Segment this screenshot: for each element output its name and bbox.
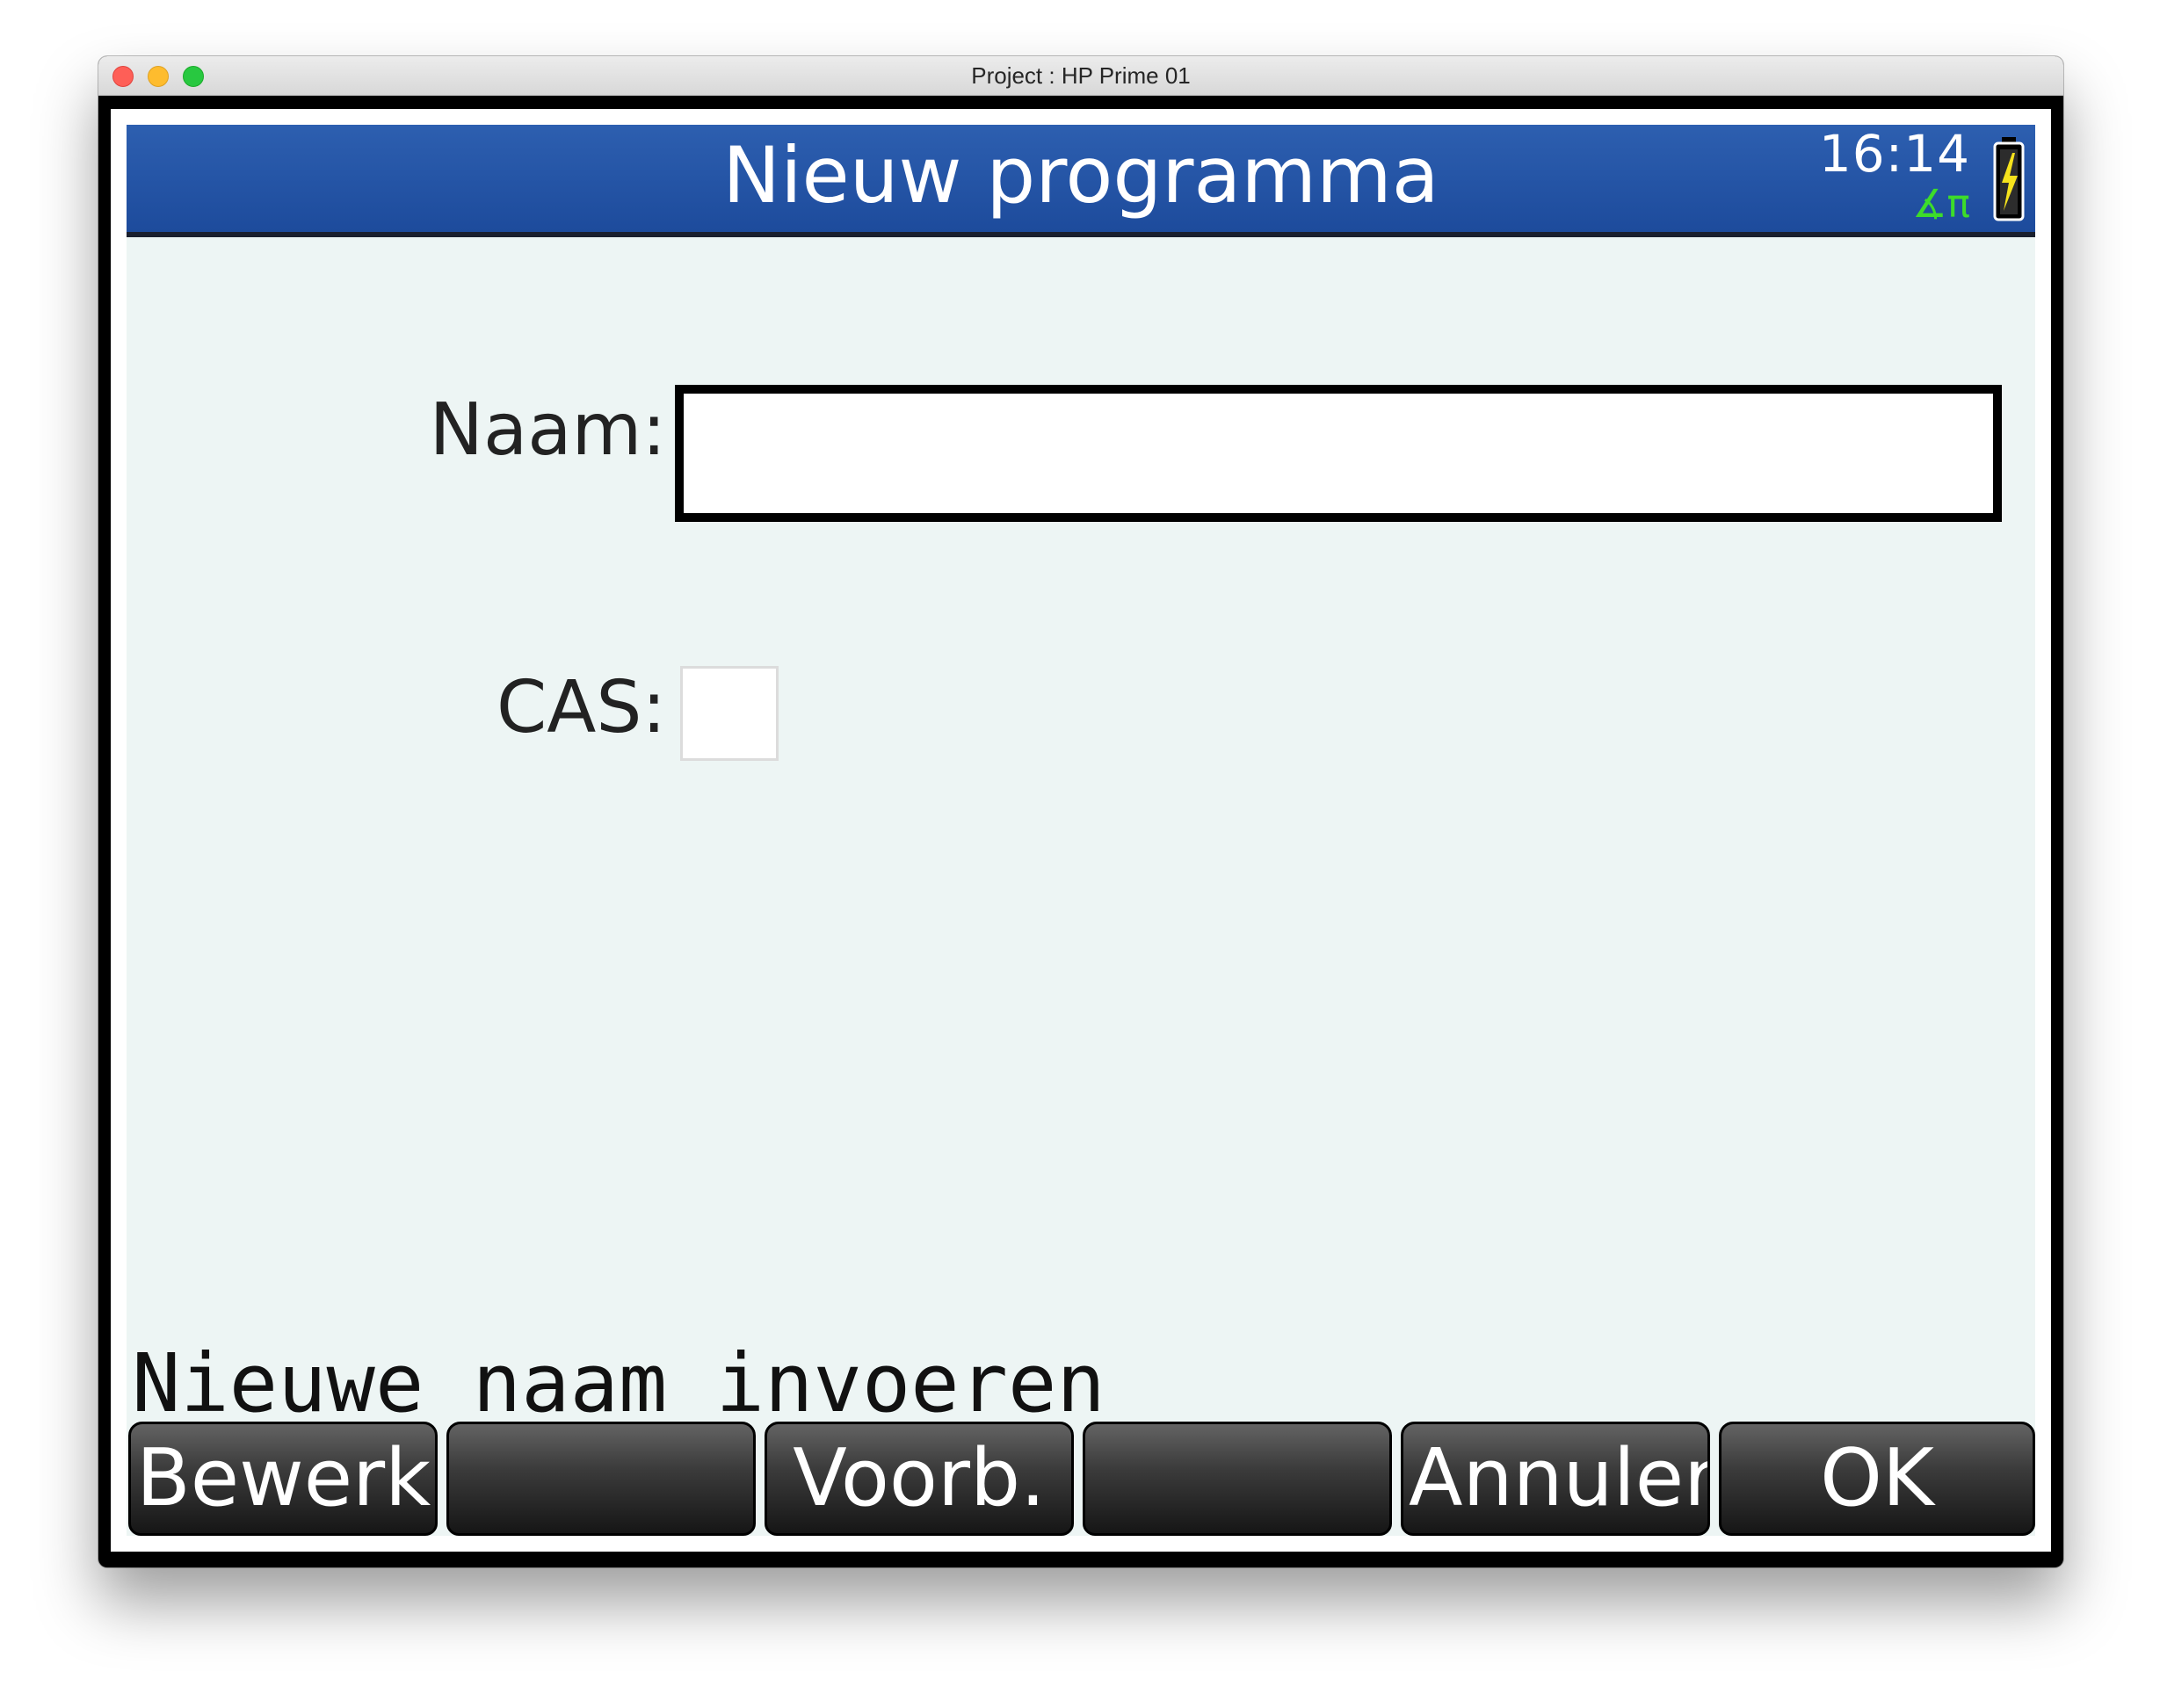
lcd-display: Nieuw programma 16:14 ∡π Naam: CAS: Nieu…	[127, 125, 2035, 1536]
name-label: Naam:	[429, 388, 666, 472]
clock: 16:14	[1818, 125, 1970, 184]
angle-mode-indicator: ∡π	[1912, 182, 1970, 227]
softkey-2[interactable]	[446, 1422, 756, 1536]
window-titlebar[interactable]: Project : HP Prime 01	[98, 56, 2063, 96]
page-title: Nieuw programma	[722, 130, 1439, 221]
app-window: Project : HP Prime 01 Nieuw programma 16…	[98, 56, 2063, 1567]
cas-checkbox[interactable]	[680, 666, 779, 761]
softkey-annuler[interactable]: Annuler	[1401, 1422, 1710, 1536]
title-bar: Nieuw programma 16:14 ∡π	[127, 125, 2035, 237]
softkey-bar: Bewerk Voorb. Annuler OK	[127, 1422, 2035, 1536]
hint-text: Nieuwe naam invoeren	[132, 1336, 1105, 1430]
softkey-4[interactable]	[1083, 1422, 1392, 1536]
softkey-voorb[interactable]: Voorb.	[765, 1422, 1074, 1536]
softkey-ok[interactable]: OK	[1719, 1422, 2035, 1536]
calculator-screen: Nieuw programma 16:14 ∡π Naam: CAS: Nieu…	[111, 109, 2051, 1552]
window-title: Project : HP Prime 01	[971, 62, 1191, 89]
softkey-bewerk[interactable]: Bewerk	[128, 1422, 438, 1536]
battery-charging-icon	[1993, 137, 2025, 221]
name-input[interactable]	[675, 385, 2002, 522]
cas-label: CAS:	[496, 666, 666, 749]
